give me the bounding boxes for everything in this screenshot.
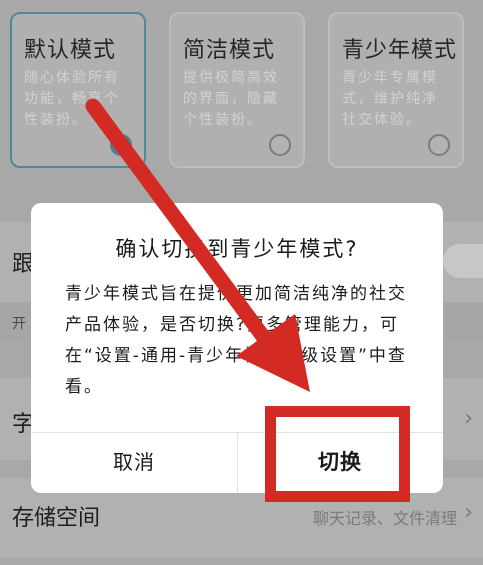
chevron-right-icon: › — [464, 500, 473, 525]
mode-card-description: 提供极简高效的界面，隐藏个性装扮。 — [183, 70, 279, 128]
mode-card-title: 青少年模式 — [342, 38, 458, 63]
mode-card-title: 默认模式 — [24, 38, 117, 63]
dialog-title: 确认切换到青少年模式? — [115, 237, 359, 261]
dialog-message: 青少年模式旨在提供更加简洁纯净的社交产品体验，是否切换?更多管理能力，可在“设置… — [65, 284, 407, 397]
row-sub-label: 开 — [12, 316, 26, 332]
mode-card-default[interactable]: 默认模式 随心体验所有功能，畅享个性装扮。 — [10, 12, 146, 168]
toggle-switch[interactable] — [443, 244, 483, 278]
row-label: 存储空间 — [12, 506, 101, 531]
annotation-highlight-box — [265, 406, 410, 502]
radio-checked-icon[interactable] — [110, 134, 132, 156]
chevron-right-icon: › — [464, 406, 473, 431]
mode-card-description: 青少年专属模式，维护纯净社交体验。 — [342, 70, 438, 128]
cancel-button[interactable]: 取消 — [31, 432, 237, 493]
mode-card-youth[interactable]: 青少年模式 青少年专属模式，维护纯净社交体验。 — [328, 12, 464, 168]
mode-card-simple[interactable]: 简洁模式 提供极简高效的界面，隐藏个性装扮。 — [169, 12, 305, 168]
mode-card-description: 随心体验所有功能，畅享个性装扮。 — [24, 70, 120, 128]
row-value: 聊天记录、文件清理 — [312, 509, 457, 528]
radio-icon[interactable] — [269, 134, 291, 156]
radio-icon[interactable] — [428, 134, 450, 156]
mode-card-title: 简洁模式 — [183, 38, 276, 63]
